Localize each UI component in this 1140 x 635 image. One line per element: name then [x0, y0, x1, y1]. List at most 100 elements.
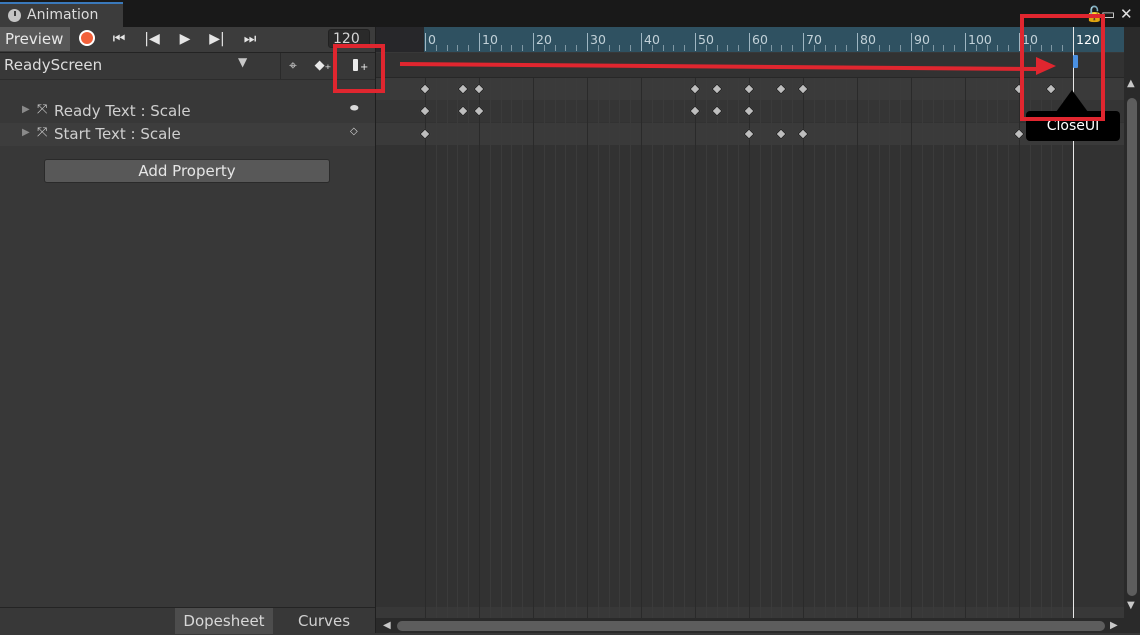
expand-triangle-icon[interactable]: ▶ — [22, 127, 30, 138]
add-keyframe-button[interactable]: ◆₊ — [312, 53, 334, 79]
grid-line — [759, 78, 761, 618]
property-row-start-text-scale[interactable]: ▶ ⤧ Start Text : Scale ◇ — [0, 123, 375, 146]
ruler-minor-tick — [932, 45, 934, 51]
grid-line — [608, 78, 610, 618]
horizontal-scroll-thumb[interactable] — [397, 621, 1105, 631]
ruler-major-tick — [965, 33, 966, 51]
grid-line — [619, 78, 621, 618]
ruler-minor-tick — [792, 45, 794, 51]
close-icon[interactable]: ✕ — [1120, 5, 1133, 23]
ruler-minor-tick — [673, 45, 675, 51]
scroll-left-icon[interactable]: ◀ — [383, 620, 391, 631]
first-frame-button[interactable]: ⏮ — [104, 27, 134, 51]
grid-line — [846, 78, 848, 618]
divider — [280, 53, 281, 79]
property-row-ready-text-scale[interactable]: ▶ ⤧ Ready Text : Scale ⬬ — [0, 100, 375, 123]
play-button[interactable]: ▶ — [170, 27, 200, 51]
grid-line — [900, 78, 902, 618]
grid-line — [630, 78, 632, 618]
step-back-icon: |◀ — [144, 31, 160, 47]
keyframe-indicator-icon[interactable]: ◇ — [350, 126, 358, 137]
tab-dopesheet[interactable]: Dopesheet — [175, 608, 273, 634]
grid-line — [511, 78, 513, 618]
ruler-minor-tick — [511, 45, 513, 51]
grid-line — [673, 78, 675, 618]
grid-line — [716, 78, 718, 618]
ruler-major-tick — [641, 33, 642, 51]
scale-icon: ⤧ — [37, 125, 48, 140]
ruler-minor-tick — [684, 45, 686, 51]
ruler-label: 100 — [968, 32, 992, 47]
expand-triangle-icon[interactable]: ▶ — [22, 104, 30, 115]
grid-line — [554, 78, 556, 618]
ruler-minor-tick — [943, 45, 945, 51]
grid-line — [878, 78, 880, 618]
grid-line — [651, 78, 653, 618]
scroll-down-icon[interactable]: ▼ — [1127, 600, 1135, 611]
ruler-minor-tick — [554, 45, 556, 51]
ruler-minor-tick — [770, 45, 772, 51]
record-icon — [79, 29, 95, 46]
previous-keyframe-button[interactable]: |◀ — [137, 27, 167, 51]
grid-line — [792, 78, 794, 618]
next-keyframe-button[interactable]: ▶| — [202, 27, 232, 51]
ruler-minor-tick — [457, 45, 459, 51]
grid-line — [468, 78, 470, 618]
scale-icon: ⤧ — [37, 102, 48, 117]
grid-line — [932, 78, 934, 618]
keyframe-indicator-icon[interactable]: ⬬ — [350, 103, 359, 114]
play-icon: ▶ — [179, 31, 191, 47]
grid-line — [921, 78, 923, 618]
ruler-minor-tick — [1008, 45, 1010, 51]
record-button[interactable] — [72, 27, 102, 51]
grid-line — [1051, 78, 1053, 618]
dopesheet-area[interactable] — [376, 78, 1124, 607]
grid-line — [835, 78, 837, 618]
scroll-right-icon[interactable]: ▶ — [1110, 620, 1118, 631]
ruler-minor-tick — [619, 45, 621, 51]
ruler-major-tick — [533, 33, 534, 51]
grid-line — [770, 78, 772, 618]
grid-line — [813, 78, 815, 618]
grid-line — [997, 78, 999, 618]
grid-line — [662, 78, 664, 618]
ruler-minor-tick — [835, 45, 837, 51]
tab-curves[interactable]: Curves — [275, 608, 373, 634]
filter-by-selection-button[interactable]: ⌖ — [282, 53, 304, 79]
ruler-minor-tick — [781, 45, 783, 51]
skip-start-icon: ⏮ — [112, 31, 126, 47]
ruler-minor-tick — [716, 45, 718, 51]
grid-line — [803, 78, 804, 618]
ruler-minor-tick — [997, 45, 999, 51]
add-keyframe-icon: ◆₊ — [314, 58, 332, 73]
ruler-minor-tick — [705, 45, 707, 51]
ruler-minor-tick — [867, 45, 869, 51]
property-label: Ready Text : Scale — [54, 102, 191, 120]
clock-icon — [8, 9, 21, 22]
annotation-arrow-head — [1036, 57, 1056, 75]
ruler-minor-tick — [813, 45, 815, 51]
scroll-up-icon[interactable]: ▲ — [1127, 78, 1135, 89]
last-frame-button[interactable]: ⏭ — [235, 27, 265, 51]
ruler-minor-tick — [576, 45, 578, 51]
vertical-scroll-thumb[interactable] — [1127, 98, 1137, 596]
grid-line — [597, 78, 599, 618]
grid-line — [576, 78, 578, 618]
ruler-minor-tick — [889, 45, 891, 51]
property-label: Start Text : Scale — [54, 125, 181, 143]
ruler-minor-tick — [986, 45, 988, 51]
animation-window-tab[interactable]: Animation — [0, 2, 123, 27]
ruler-minor-tick — [489, 45, 491, 51]
preview-button[interactable]: Preview — [0, 27, 70, 51]
ruler-major-tick — [857, 33, 858, 51]
ruler-minor-tick — [824, 45, 826, 51]
add-property-button[interactable]: Add Property — [44, 159, 330, 183]
window-tab-bar — [0, 0, 1140, 27]
chevron-down-icon[interactable]: ▼ — [238, 55, 247, 69]
clip-selector[interactable]: ReadyScreen — [4, 56, 102, 74]
playback-toolbar: Preview ⏮ |◀ ▶ ▶| ⏭ 120 — [0, 27, 375, 53]
ruler-minor-tick — [954, 45, 956, 51]
grid-line — [641, 78, 642, 618]
grid-line — [943, 78, 945, 618]
highlight-add-event-button — [333, 44, 385, 93]
